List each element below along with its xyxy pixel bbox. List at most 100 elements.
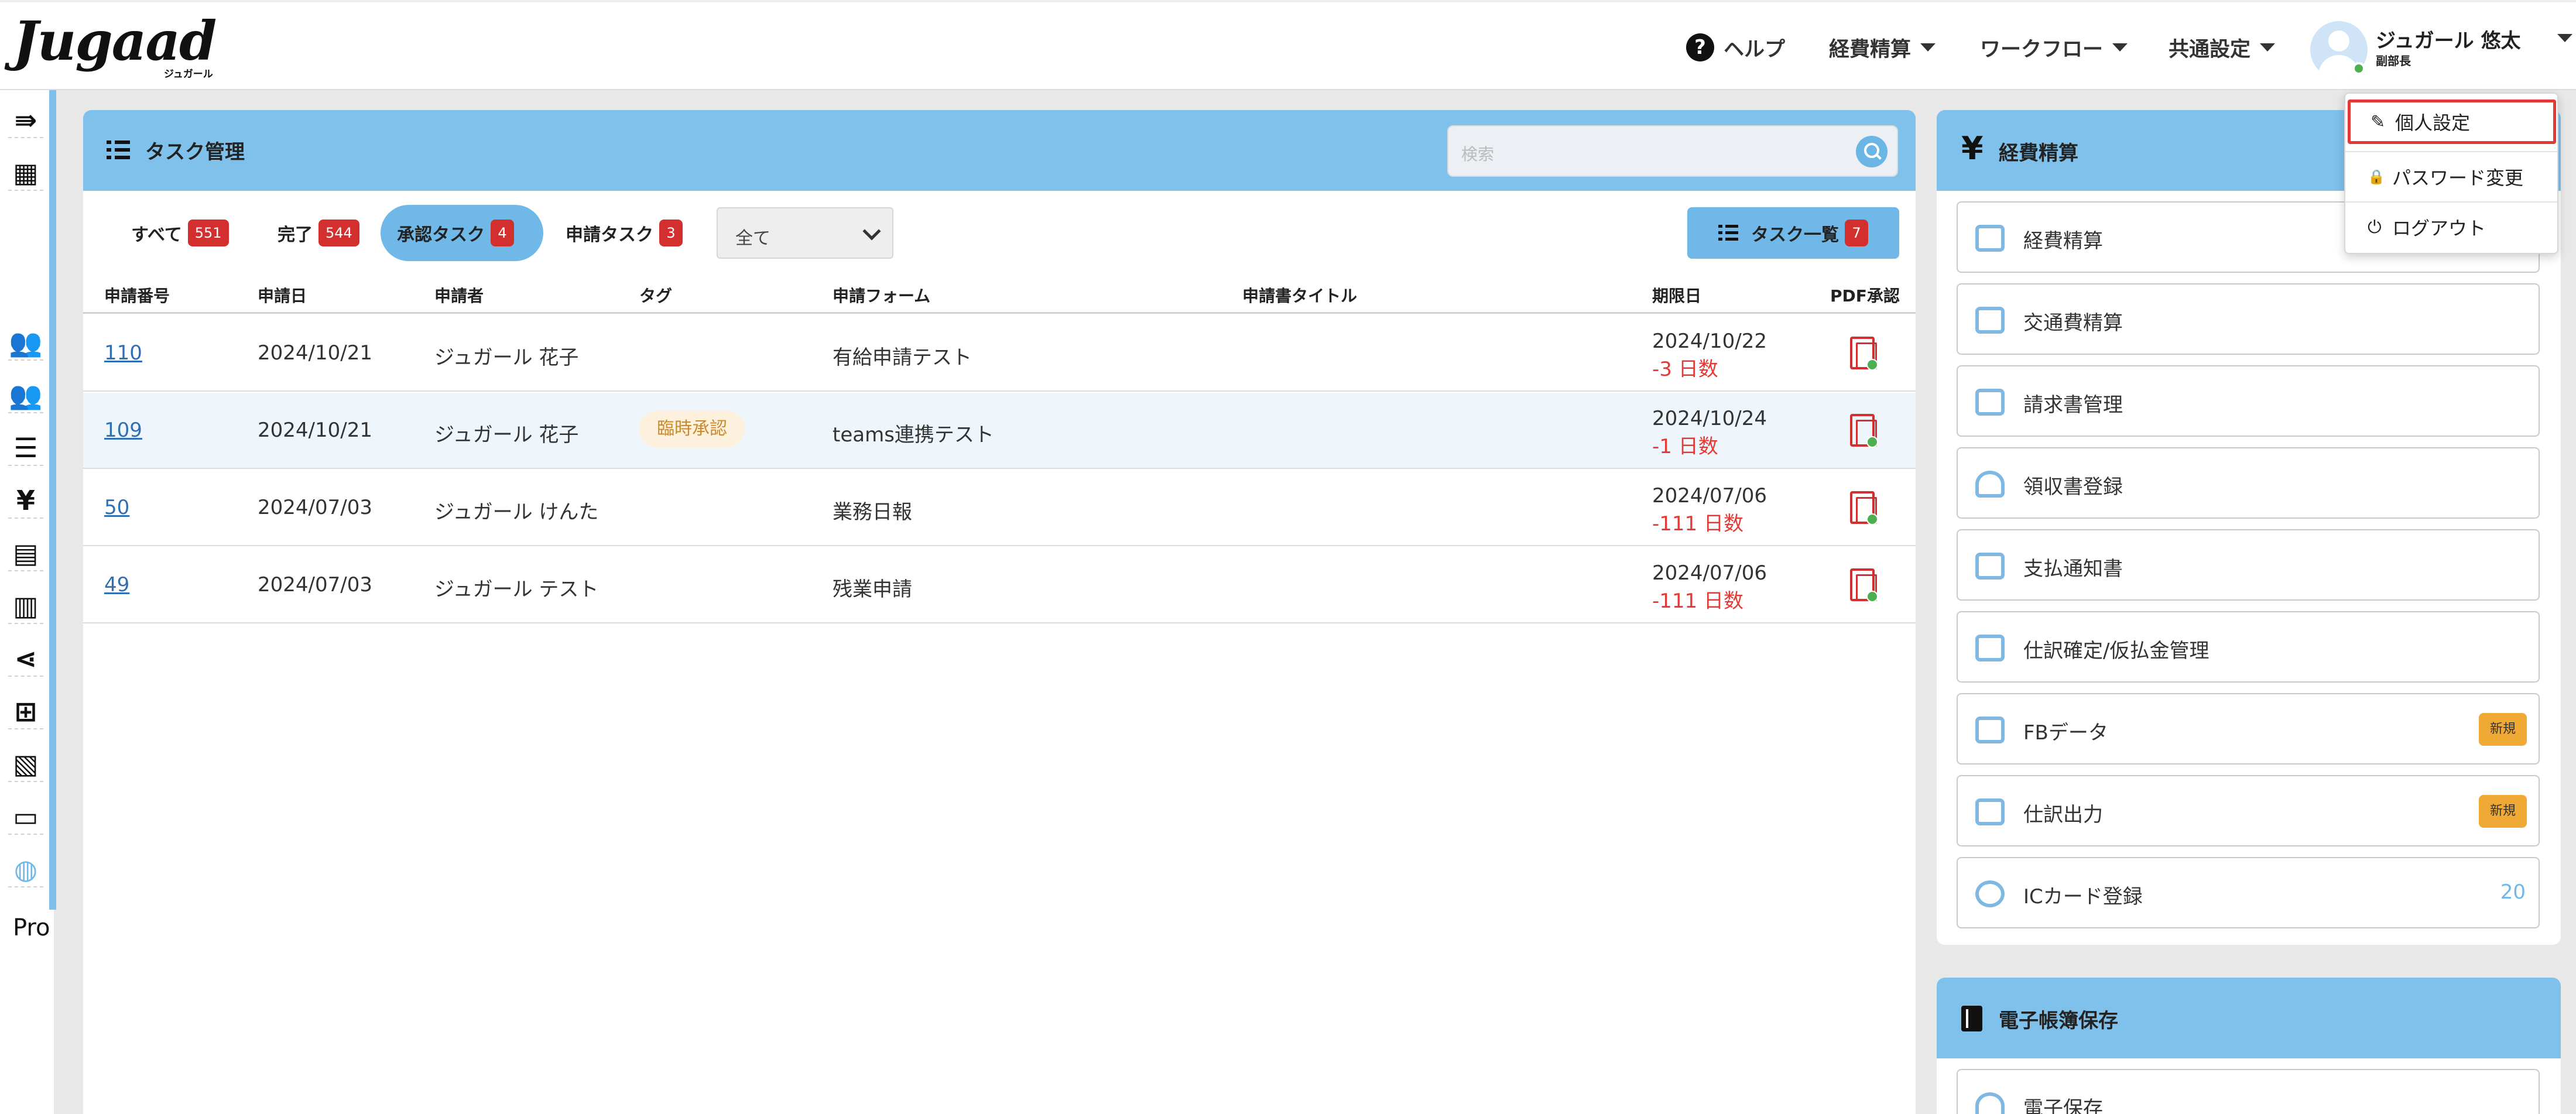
building-icon[interactable]: ▦ xyxy=(8,156,43,191)
search-input[interactable]: 検索 xyxy=(1461,142,1494,165)
collapse-icon[interactable]: ⇛ xyxy=(8,103,43,138)
ebook-panel: 電子帳簿保存 電子保存 xyxy=(1937,978,2561,1114)
table-icon[interactable]: ⊞ xyxy=(8,694,43,729)
column-header[interactable]: タグ xyxy=(639,283,672,307)
filter-select[interactable]: 全て xyxy=(717,207,893,259)
task-panel-title: タスク管理 xyxy=(145,140,245,164)
tab-request-tasks[interactable]: 申請タスク 3 xyxy=(549,205,699,261)
tab-approval-tasks[interactable]: 承認タスク 4 xyxy=(381,205,543,261)
receipt-icon[interactable]: ▥ xyxy=(8,589,43,624)
menu-item-invoice[interactable]: 請求書管理 xyxy=(1957,365,2540,437)
nav-workflow[interactable]: ワークフロー xyxy=(1980,27,2128,68)
table-row[interactable]: 109 2024/10/21 ジュガール 花子 臨時承認 teams連携テスト … xyxy=(83,393,1916,469)
data-file-icon xyxy=(1975,717,2005,743)
rail-accent-bar xyxy=(49,90,56,910)
rail-pro-label[interactable]: Pro xyxy=(13,914,50,941)
yen-icon: ¥ xyxy=(1961,130,1984,167)
train-icon xyxy=(1975,307,2005,334)
menu-item-journal-output[interactable]: 仕訳出力 新規 xyxy=(1957,775,2540,846)
help-icon: ? xyxy=(1686,33,1714,61)
item-count: 20 xyxy=(2500,880,2526,904)
library-icon[interactable]: ▧ xyxy=(8,747,43,782)
due-date-value: 2024/07/06 xyxy=(1652,484,1767,508)
cloud-upload-icon xyxy=(1975,471,2005,498)
task-list-button[interactable]: タスク一覧 7 xyxy=(1687,207,1899,259)
new-badge: 新規 xyxy=(2479,795,2527,828)
table-row[interactable]: 49 2024/07/03 ジュガール テスト 残業申請 2024/07/06 … xyxy=(83,547,1916,623)
column-header[interactable]: PDF承認 xyxy=(1830,283,1900,307)
menu-item-personal-settings[interactable]: ✎ 個人設定 xyxy=(2348,100,2556,144)
book-icon[interactable]: ▭ xyxy=(8,800,43,835)
column-header[interactable]: 期限日 xyxy=(1652,283,1701,307)
menu-item-label: 仕訳確定/仮払金管理 xyxy=(2023,639,2210,663)
due-date-value: 2024/07/06 xyxy=(1652,561,1767,585)
pdf-approve-icon[interactable] xyxy=(1850,414,1878,448)
globe-icon xyxy=(1975,880,2005,907)
lock-icon: 🔒 xyxy=(2368,169,2385,185)
menu-item-e-storage[interactable]: 電子保存 xyxy=(1957,1069,2540,1114)
request-number-link[interactable]: 49 xyxy=(104,573,129,597)
table-row[interactable]: 50 2024/07/03 ジュガール けんた 業務日報 2024/07/06 … xyxy=(83,470,1916,546)
menu-item-ic-card[interactable]: ICカード登録 20 xyxy=(1957,857,2540,928)
globe-icon[interactable]: ◍ xyxy=(8,852,43,887)
menu-item-receipt[interactable]: 領収書登録 xyxy=(1957,447,2540,519)
menu-item-transport[interactable]: 交通費精算 xyxy=(1957,283,2540,355)
tab-request-tasks-label: 申請タスク xyxy=(566,225,653,245)
pdf-approve-icon[interactable] xyxy=(1850,491,1878,525)
divider xyxy=(2345,151,2557,152)
money-icon xyxy=(1975,225,2005,252)
caret-down-icon xyxy=(2112,43,2128,52)
share-icon[interactable]: ⋖ xyxy=(8,642,43,677)
journal-icon xyxy=(1975,635,2005,661)
column-header[interactable]: 申請番号 xyxy=(104,283,170,307)
column-header[interactable]: 申請日 xyxy=(258,283,307,307)
tab-all[interactable]: すべて 551 xyxy=(115,205,245,261)
power-icon: ⏻ xyxy=(2368,217,2382,238)
request-number-link[interactable]: 50 xyxy=(104,496,129,519)
users-icon[interactable]: 👥 xyxy=(8,325,43,361)
nav-common-settings[interactable]: 共通設定 xyxy=(2169,27,2276,68)
request-date: 2024/07/03 xyxy=(258,496,372,519)
due-date: 2024/07/06 -111 日数 xyxy=(1652,482,1767,538)
list-icon xyxy=(1718,225,1738,241)
menu-item-label: 支払通知書 xyxy=(2023,557,2123,581)
due-date: 2024/10/24 -1 日数 xyxy=(1652,405,1767,461)
search-icon[interactable] xyxy=(1856,136,1888,167)
count-badge: 3 xyxy=(659,220,683,246)
filter-select-value: 全て xyxy=(735,228,770,249)
task-panel: タスク管理 検索 すべて 551 完了 544 承認タスク 4 申請タスク 3 … xyxy=(83,110,1916,1114)
help-link[interactable]: ? ヘルプ xyxy=(1686,27,1785,68)
due-date: 2024/07/06 -111 日数 xyxy=(1652,559,1767,615)
user-menu-toggle[interactable]: ジュガール 悠太 副部長 xyxy=(2310,21,2572,80)
nav-expense[interactable]: 経費精算 xyxy=(1829,27,1936,68)
column-header[interactable]: 申請フォーム xyxy=(833,283,930,307)
menu-item-label: 仕訳出力 xyxy=(2023,803,2103,827)
request-number-link[interactable]: 109 xyxy=(104,419,142,442)
count-badge: 4 xyxy=(491,220,514,246)
table-row[interactable]: 110 2024/10/21 ジュガール 花子 有給申請テスト 2024/10/… xyxy=(83,316,1916,392)
menu-item-payment-notice[interactable]: 支払通知書 xyxy=(1957,529,2540,601)
tab-completed[interactable]: 完了 544 xyxy=(261,205,376,261)
request-form: 有給申請テスト xyxy=(833,346,972,369)
request-number-link[interactable]: 110 xyxy=(104,341,142,365)
days-remaining: -1 日数 xyxy=(1652,435,1718,458)
yen-icon[interactable]: ¥ xyxy=(8,484,43,519)
pdf-approve-icon[interactable] xyxy=(1850,337,1878,371)
logo[interactable]: Jugaad ジュガール xyxy=(13,9,224,80)
form-icon[interactable]: ▤ xyxy=(8,536,43,571)
column-header[interactable]: 申請書タイトル xyxy=(1242,283,1357,307)
column-header[interactable]: 申請者 xyxy=(434,283,484,307)
menu-item-fb-data[interactable]: FBデータ 新規 xyxy=(1957,693,2540,765)
pdf-approve-icon[interactable] xyxy=(1850,568,1878,602)
request-date: 2024/10/21 xyxy=(258,341,372,365)
caret-down-icon xyxy=(2557,34,2572,42)
search-box[interactable]: 検索 xyxy=(1447,125,1898,177)
menu-item-journal[interactable]: 仕訳確定/仮払金管理 xyxy=(1957,611,2540,683)
group-icon[interactable]: 👥 xyxy=(8,378,43,413)
list-icon[interactable]: ☰ xyxy=(8,431,43,466)
help-label: ヘルプ xyxy=(1724,37,1786,61)
chevron-down-icon xyxy=(862,222,881,241)
menu-item-change-password[interactable]: 🔒 パスワード変更 xyxy=(2348,155,2556,199)
menu-item-logout[interactable]: ⏻ ログアウト xyxy=(2348,205,2556,249)
top-header: Jugaad ジュガール ? ヘルプ 経費精算 ワークフロー 共通設定 ジュガー… xyxy=(0,0,2576,90)
